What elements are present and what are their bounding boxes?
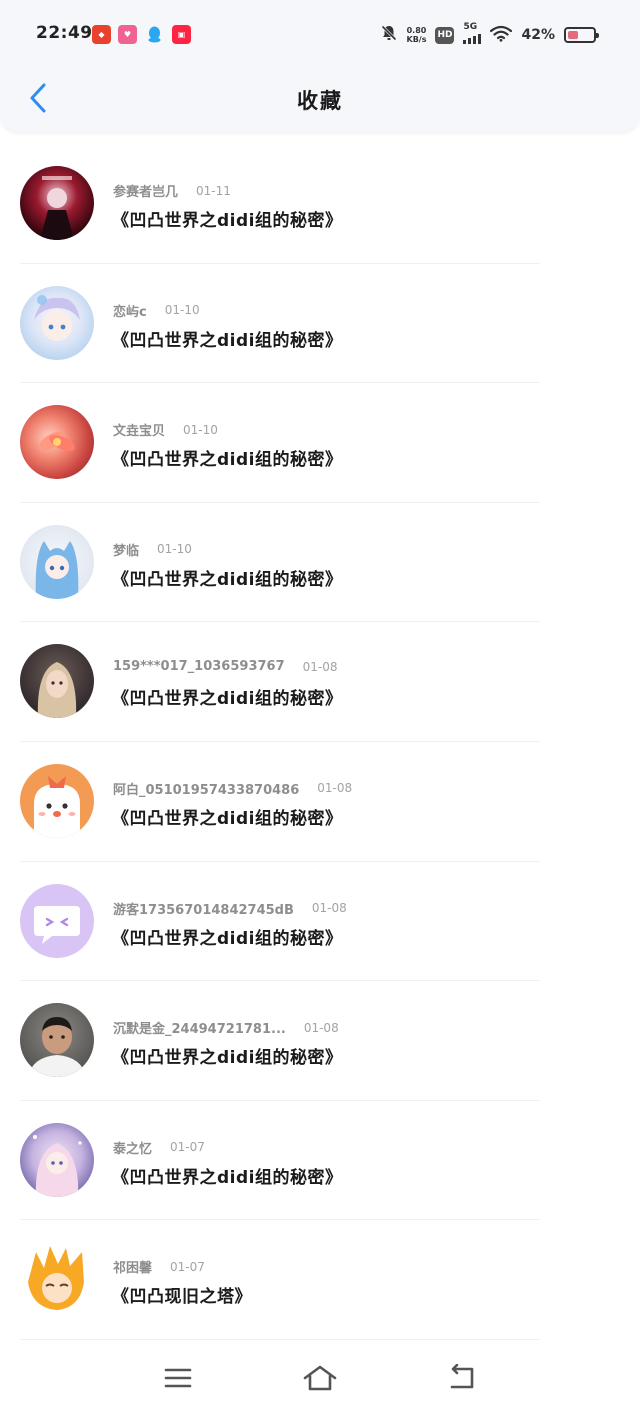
avatar[interactable] [20, 1242, 94, 1317]
item-meta: 祁困馨 01-07 [113, 1257, 205, 1277]
item-date: 01-07 [170, 1259, 205, 1274]
item-date: 01-10 [157, 542, 192, 557]
battery-level [568, 31, 579, 39]
avatar[interactable] [20, 524, 94, 599]
avatar[interactable] [20, 285, 94, 360]
net-speed-value: 0.80 [406, 26, 427, 35]
list-item[interactable]: 梦临 01-10 《凹凸世界之didi组的秘密》 [0, 503, 640, 623]
xiaohongshu-app-icon: ▣ [172, 25, 191, 44]
avatar[interactable] [20, 166, 94, 240]
author-name: 祁困馨 [113, 1261, 153, 1277]
favorites-list: 参赛者岂几 01-11 《凹凸世界之didi组的秘密》 恋屿c 01-10 《凹… [0, 144, 640, 1340]
avatar[interactable] [20, 1003, 94, 1078]
list-item[interactable]: 阿白_05101957433870486 01-08 《凹凸世界之didi组的秘… [0, 742, 640, 862]
item-date: 01-10 [164, 303, 200, 318]
item-meta: 阿白_05101957433870486 01-08 [113, 779, 352, 798]
item-date: 01-11 [196, 183, 231, 198]
story-title[interactable]: 《凹凸世界之didi组的秘密》 [112, 1043, 343, 1068]
item-meta: 文垚宝贝 01-10 [113, 420, 218, 440]
item-meta: 沉默是金_24494721781... 01-08 [113, 1018, 339, 1038]
mute-bell-icon [380, 24, 398, 46]
author-name: 泰之忆 [113, 1141, 153, 1157]
list-item[interactable]: 参赛者岂几 01-11 《凹凸世界之didi组的秘密》 [0, 144, 640, 264]
item-meta: 参赛者岂几 01-11 [113, 181, 231, 201]
item-meta: 泰之忆 01-07 [113, 1138, 205, 1157]
story-title[interactable]: 《凹凸世界之didi组的秘密》 [112, 445, 343, 470]
author-name: 沉默是金_24494721781... [113, 1022, 286, 1038]
list-item[interactable]: 游客173567014842745dB 01-08 《凹凸世界之didi组的秘密… [0, 862, 640, 982]
clock: 22:49 [36, 23, 93, 43]
story-title[interactable]: 《凹凸世界之didi组的秘密》 [112, 804, 343, 829]
hd-badge: HD [435, 26, 455, 44]
author-name: 阿白_05101957433870486 [113, 782, 300, 798]
list-item[interactable]: 泰之忆 01-07 《凹凸世界之didi组的秘密》 [0, 1101, 640, 1221]
list-item[interactable]: 祁困馨 01-07 《凹凸现旧之塔》 [0, 1220, 640, 1340]
story-title[interactable]: 《凹凸世界之didi组的秘密》 [112, 206, 343, 231]
item-meta: 159***017_1036593767 01-08 [113, 659, 338, 674]
home-icon [303, 1365, 337, 1391]
back-icon [450, 1364, 474, 1389]
item-meta: 梦临 01-10 [113, 540, 192, 559]
battery-percent: 42% [521, 27, 555, 43]
author-name: 游客173567014842745dB [113, 902, 294, 918]
story-title[interactable]: 《凹凸世界之didi组的秘密》 [112, 565, 343, 590]
lala-app-icon: ♥ [118, 25, 137, 44]
avatar[interactable] [20, 644, 94, 719]
avatar[interactable] [20, 405, 94, 480]
item-date: 01-08 [317, 781, 353, 796]
story-title[interactable]: 《凹凸世界之didi组的秘密》 [112, 326, 343, 351]
story-title[interactable]: 《凹凸世界之didi组的秘密》 [112, 1163, 343, 1188]
net-speed: 0.80 KB/s [407, 26, 427, 44]
top-nav: 收藏 [0, 68, 640, 132]
page-title: 收藏 [297, 89, 343, 113]
status-indicators: 0.80 KB/s HD 5G 42% [380, 20, 599, 50]
battery-icon [564, 27, 599, 43]
avatar[interactable] [20, 883, 94, 958]
qq-app-icon [145, 25, 164, 44]
cellular-signal-icon: 5G [463, 22, 482, 44]
item-date: 01-08 [302, 659, 338, 674]
story-title[interactable]: 《凹凸世界之didi组的秘密》 [112, 924, 343, 949]
author-name: 文垚宝贝 [113, 424, 166, 440]
item-date: 01-07 [170, 1140, 205, 1155]
wifi-icon [490, 25, 513, 46]
back-nav-button[interactable] [442, 1358, 482, 1398]
list-item[interactable]: 恋屿c 01-10 《凹凸世界之didi组的秘密》 [0, 264, 640, 384]
author-name: 梦临 [113, 543, 140, 559]
item-meta: 游客173567014842745dB 01-08 [113, 899, 347, 918]
author-name: 恋屿c [113, 304, 147, 320]
menu-icon [164, 1368, 192, 1388]
menu-button[interactable] [158, 1358, 198, 1398]
list-item[interactable]: 文垚宝贝 01-10 《凹凸世界之didi组的秘密》 [0, 383, 640, 503]
item-date: 01-08 [311, 901, 347, 916]
item-date: 01-10 [183, 422, 218, 437]
home-button[interactable] [300, 1358, 340, 1398]
author-name: 159***017_1036593767 [113, 659, 285, 675]
item-date: 01-08 [303, 1020, 339, 1035]
status-bar: 22:49 ◆ ♥ ▣ 0.80 KB/s HD 5G 42% [0, 0, 640, 68]
system-nav-bar [0, 1342, 640, 1415]
story-title[interactable]: 《凹凸现旧之塔》 [112, 1282, 252, 1307]
pdd-app-icon: ◆ [92, 25, 111, 44]
story-title[interactable]: 《凹凸世界之didi组的秘密》 [112, 684, 343, 709]
avatar[interactable] [20, 763, 94, 838]
list-item[interactable]: 沉默是金_24494721781... 01-08 《凹凸世界之didi组的秘密… [0, 981, 640, 1101]
author-name: 参赛者岂几 [113, 185, 179, 200]
avatar[interactable] [20, 1122, 94, 1197]
net-speed-unit: KB/s [406, 35, 427, 44]
item-meta: 恋屿c 01-10 [113, 301, 200, 320]
network-type: 5G [463, 22, 478, 32]
list-item[interactable]: 159***017_1036593767 01-08 《凹凸世界之didi组的秘… [0, 622, 640, 742]
